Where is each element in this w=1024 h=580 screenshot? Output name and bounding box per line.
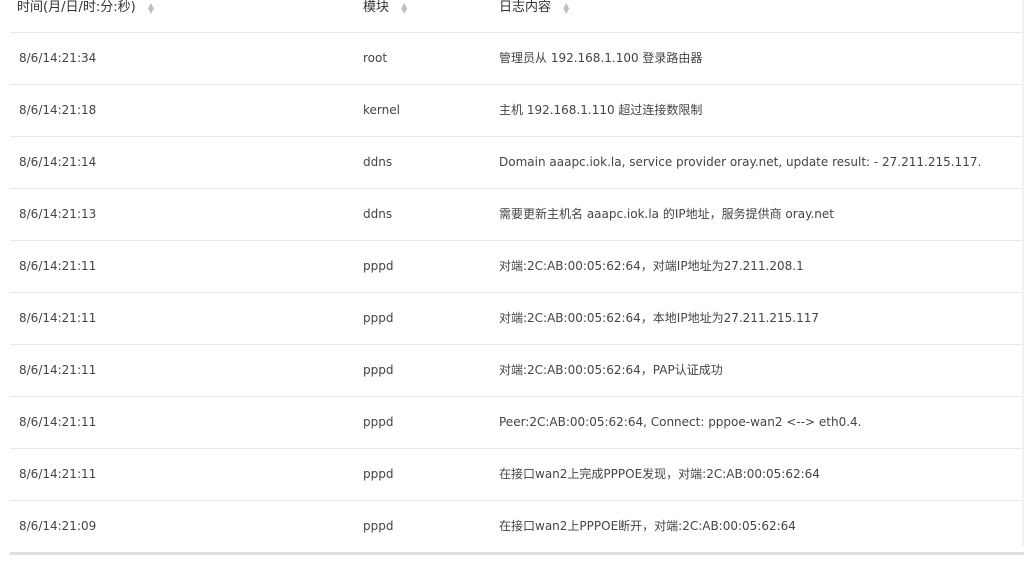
cell-module: root — [363, 51, 388, 65]
cell-time: 8/6/14:21:13 — [19, 207, 97, 221]
cell-module: pppd — [363, 363, 394, 377]
table-row: 8/6/14:21:18 kernel 主机 192.168.1.110 超过连… — [10, 85, 1024, 137]
table-row: 8/6/14:21:34 root 管理员从 192.168.1.100 登录路… — [10, 33, 1024, 85]
cell-module: pppd — [363, 467, 394, 481]
cell-time: 8/6/14:21:34 — [19, 51, 97, 65]
cell-module: ddns — [363, 207, 393, 221]
table-row: 8/6/14:21:11 pppd 在接口wan2上完成PPPOE发现，对端:2… — [10, 449, 1024, 501]
header-time-label: 时间(月/日/时:分:秒) — [17, 0, 136, 15]
cell-time: 8/6/14:21:18 — [19, 103, 97, 117]
cell-content: 在接口wan2上PPPOE断开，对端:2C:AB:00:05:62:64 — [499, 519, 796, 533]
cell-content: 主机 192.168.1.110 超过连接数限制 — [499, 103, 703, 117]
cell-content: Domain aaapc.iok.la, service provider or… — [499, 155, 982, 169]
cell-time: 8/6/14:21:11 — [19, 467, 97, 481]
cell-module: pppd — [363, 311, 394, 325]
sort-icon[interactable]: ▲ ▼ — [148, 1, 154, 14]
table-row: 8/6/14:21:11 pppd 对端:2C:AB:00:05:62:64，P… — [10, 345, 1024, 397]
cell-time: 8/6/14:21:11 — [19, 415, 97, 429]
cell-content: 在接口wan2上完成PPPOE发现，对端:2C:AB:00:05:62:64 — [499, 467, 820, 481]
header-module[interactable]: 模块 ▲ ▼ — [363, 0, 407, 16]
table-header: 时间(月/日/时:分:秒) ▲ ▼ 模块 ▲ ▼ 日志内容 ▲ ▼ — [10, 0, 1024, 33]
cell-module: pppd — [363, 415, 394, 429]
table-row: 8/6/14:21:14 ddns Domain aaapc.iok.la, s… — [10, 137, 1024, 189]
header-time[interactable]: 时间(月/日/时:分:秒) ▲ ▼ — [17, 0, 154, 16]
sort-icon[interactable]: ▲ ▼ — [401, 1, 407, 14]
cell-module: ddns — [363, 155, 393, 169]
cell-module: pppd — [363, 519, 394, 533]
cell-content: 对端:2C:AB:00:05:62:64，PAP认证成功 — [499, 363, 723, 377]
cell-content: 对端:2C:AB:00:05:62:64，本地IP地址为27.211.215.1… — [499, 311, 819, 325]
table-row: 8/6/14:21:13 ddns 需要更新主机名 aaapc.iok.la 的… — [10, 189, 1024, 241]
header-module-label: 模块 — [363, 0, 390, 15]
cell-module: pppd — [363, 259, 394, 273]
header-content-label: 日志内容 — [499, 0, 552, 15]
cell-content: 对端:2C:AB:00:05:62:64，对端IP地址为27.211.208.1 — [499, 259, 804, 273]
table-row: 8/6/14:21:11 pppd 对端:2C:AB:00:05:62:64，本… — [10, 293, 1024, 345]
cell-time: 8/6/14:21:11 — [19, 363, 97, 377]
cell-time: 8/6/14:21:09 — [19, 519, 97, 533]
cell-time: 8/6/14:21:11 — [19, 259, 97, 273]
cell-time: 8/6/14:21:14 — [19, 155, 97, 169]
cell-content: 需要更新主机名 aaapc.iok.la 的IP地址，服务提供商 oray.ne… — [499, 207, 834, 221]
table-row: 8/6/14:21:11 pppd Peer:2C:AB:00:05:62:64… — [10, 397, 1024, 449]
cell-time: 8/6/14:21:11 — [19, 311, 97, 325]
sort-icon[interactable]: ▲ ▼ — [563, 1, 569, 14]
table-row: 8/6/14:21:09 pppd 在接口wan2上PPPOE断开，对端:2C:… — [10, 501, 1024, 555]
cell-content: 管理员从 192.168.1.100 登录路由器 — [499, 51, 703, 65]
cell-module: kernel — [363, 103, 400, 117]
log-table: 时间(月/日/时:分:秒) ▲ ▼ 模块 ▲ ▼ 日志内容 ▲ ▼ 8/6/14:21… — [10, 0, 1024, 555]
table-row: 8/6/14:21:11 pppd 对端:2C:AB:00:05:62:64，对… — [10, 241, 1024, 293]
header-content[interactable]: 日志内容 ▲ ▼ — [499, 0, 569, 16]
cell-content: Peer:2C:AB:00:05:62:64, Connect: pppoe-w… — [499, 415, 862, 429]
